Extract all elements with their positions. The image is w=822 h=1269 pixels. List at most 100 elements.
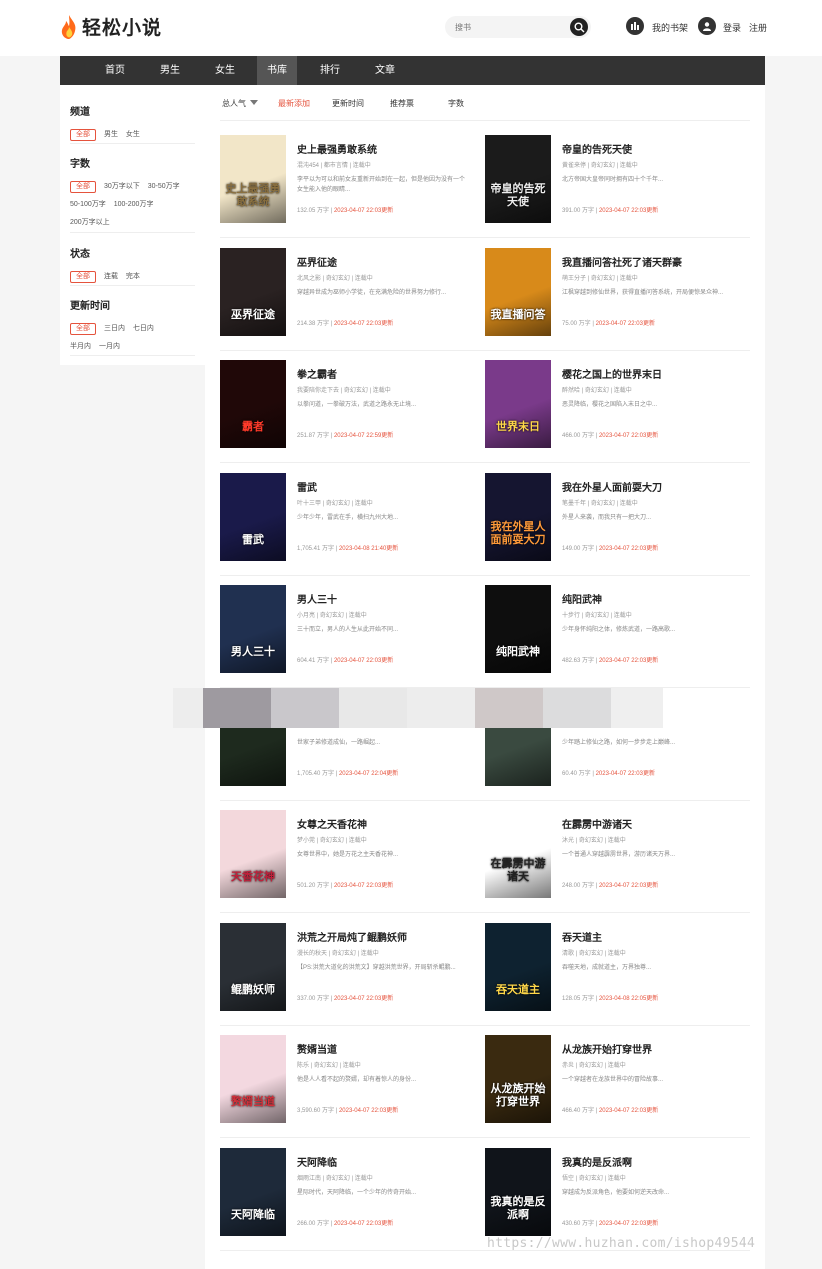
bookshelf-link[interactable]: 我的书架	[652, 21, 688, 34]
book-title[interactable]: 赘婿当道	[297, 1041, 337, 1056]
book-cover[interactable]: 鲲鹏妖师	[220, 922, 286, 1011]
sort-popularity[interactable]: 总人气	[222, 98, 259, 109]
filter-option[interactable]: 全部	[70, 323, 96, 335]
book-title[interactable]: 从龙族开始打穿世界	[562, 1041, 652, 1056]
filter-option[interactable]: 100-200万字	[114, 196, 154, 214]
book-title[interactable]: 洪荒之开局炖了鲲鹏妖师	[297, 929, 407, 944]
book-footer: 1,705.40 万字 | 2023-04-07 22:04更新	[297, 768, 398, 777]
book-title[interactable]: 樱花之国上的世界末日	[562, 366, 662, 381]
book-cover[interactable]: 赘婿当道	[220, 1035, 286, 1123]
book-footer: 337.00 万字 | 2023-04-07 22:03更新	[297, 993, 393, 1002]
book-update-date: 2023-04-07 22:03更新	[333, 320, 394, 327]
filter-option[interactable]: 全部	[70, 271, 96, 283]
book-card[interactable]: 天阿降临 天阿降临 烟雨江南 | 奇幻玄幻 | 连载中 星际时代，天阿降临，一个少年的…	[220, 1147, 485, 1248]
sort-bar: 总人气 最新添加 更新时间 推荐票 字数	[205, 85, 765, 121]
book-cover[interactable]: 从龙族开始打穿世界	[485, 1035, 551, 1123]
book-card[interactable]: 在霹雳中游诸天 在霹雳中游诸天 沐光 | 奇幻玄幻 | 连载中 一个普通人穿越霹雳世界…	[485, 810, 750, 910]
book-card[interactable]: 雷武 雷武 叶十三甲 | 奇幻玄幻 | 连载中 少年少年，雷武在手，横扫九州大地...…	[220, 472, 485, 573]
nav-item-ranking[interactable]: 排行	[310, 56, 350, 85]
book-meta: 混沌454 | 都市言情 | 连载中	[297, 163, 371, 169]
book-card[interactable]: 史上最强勇敢系统 史上最强勇敢系统 混沌454 | 都市言情 | 连载中 李平以为可以…	[220, 135, 485, 235]
book-wordcount: 132.05 万字	[297, 208, 330, 214]
book-title[interactable]: 我在外星人面前耍大刀	[562, 479, 662, 494]
book-title[interactable]: 天阿降临	[297, 1154, 337, 1169]
book-cover[interactable]: 我直播问答	[485, 247, 551, 336]
logo[interactable]: 轻松小说	[60, 13, 162, 40]
filter-option[interactable]: 连载	[104, 268, 118, 286]
book-card[interactable]: 吞天道主 吞天道主 清歌 | 奇幻玄幻 | 连载中 吞噬天地，成就道主，万界独尊...…	[485, 922, 750, 1023]
book-title[interactable]: 女尊之天香花神	[297, 816, 367, 831]
book-card[interactable]: 从龙族开始打穿世界 从龙族开始打穿世界 赤炎 | 奇幻玄幻 | 连载中 一个穿越者在龙…	[485, 1035, 750, 1135]
divider	[220, 1024, 750, 1026]
book-title[interactable]: 巫界征途	[297, 254, 337, 269]
nav-item-female[interactable]: 女生	[205, 56, 245, 85]
filter-option[interactable]: 三日内	[104, 320, 125, 338]
book-card[interactable]: 纯阳武神 纯阳武神 十步行 | 奇幻玄幻 | 连载中 少年身怀纯阳之体，修炼武道，一路…	[485, 585, 750, 685]
search-input[interactable]	[455, 19, 565, 35]
filter-option[interactable]: 七日内	[133, 320, 154, 338]
book-cover[interactable]: 我在外星人面前耍大刀	[485, 472, 551, 561]
book-cover[interactable]: 在霹雳中游诸天	[485, 810, 551, 898]
register-link[interactable]: 注册	[749, 21, 767, 34]
book-card[interactable]: 鲲鹏妖师 洪荒之开局炖了鲲鹏妖师 漫长的秋天 | 奇幻玄幻 | 连载中 【PS:洪荒大…	[220, 922, 485, 1023]
book-cover[interactable]: 天香花神	[220, 810, 286, 898]
book-cover[interactable]: 帝皇的告死天使	[485, 135, 551, 223]
book-cover[interactable]: 史上最强勇敢系统	[220, 135, 286, 223]
filter-option[interactable]: 一月内	[99, 338, 120, 356]
book-card[interactable]: 巫界征途 巫界征途 北风之影 | 奇幻玄幻 | 连载中 穿越异世成为巫师小学徒，在充满…	[220, 247, 485, 348]
book-title[interactable]: 史上最强勇敢系统	[297, 141, 377, 156]
book-card[interactable]: 天香花神 女尊之天香花神 梦小莞 | 奇幻玄幻 | 连载中 女尊世界中，她是万花之主天…	[220, 810, 485, 910]
book-cover[interactable]: 雷武	[220, 472, 286, 561]
book-card[interactable]: 男人三十 男人三十 小月亮 | 奇幻玄幻 | 连载中 三十而立，男人的人生从此开始不同…	[220, 585, 485, 685]
book-card[interactable]: 我直播问答 我直播问答社死了诸天群豪 萌王分子 | 奇幻玄幻 | 连载中 江枫穿越到修…	[485, 247, 750, 348]
sort-newest[interactable]: 最新添加	[278, 98, 310, 109]
nav-item-home[interactable]: 首页	[95, 56, 135, 85]
nav-item-articles[interactable]: 文章	[365, 56, 405, 85]
filter-option[interactable]: 200万字以上	[70, 214, 110, 232]
book-card[interactable]: 霸者 拳之霸者 我要陪你走下去 | 奇幻玄幻 | 连载中 以拳问道，一拳破万法，武道之…	[220, 360, 485, 460]
sort-updated[interactable]: 更新时间	[332, 98, 364, 109]
login-link[interactable]: 登录	[723, 21, 741, 34]
filter-option[interactable]: 半月内	[70, 338, 91, 356]
book-card[interactable]: 我真的是反派啊 我真的是反派啊 悟空 | 奇幻玄幻 | 连载中 穿越成为反派角色，他要…	[485, 1147, 750, 1248]
book-card[interactable]: 帝皇的告死天使 帝皇的告死天使 黄雀来停 | 奇幻玄幻 | 连载中 北方帝国大皇帝同时…	[485, 135, 750, 235]
book-title[interactable]: 我真的是反派啊	[562, 1154, 632, 1169]
book-card[interactable]: 我在外星人面前耍大刀 我在外星人面前耍大刀 笔墨千年 | 奇幻玄幻 | 连载中 外星人…	[485, 472, 750, 573]
book-title[interactable]: 纯阳武神	[562, 591, 602, 606]
bookshelf-icon[interactable]	[626, 17, 644, 35]
book-card[interactable]: 世界末日 樱花之国上的世界末日 醉然哈 | 奇幻玄幻 | 连载中 恶灵降临，樱花之国陷…	[485, 360, 750, 460]
filter-option[interactable]: 男生	[104, 126, 118, 144]
nav-item-male[interactable]: 男生	[150, 56, 190, 85]
book-title[interactable]: 我直播问答社死了诸天群豪	[562, 254, 682, 269]
book-cover[interactable]: 天阿降临	[220, 1147, 286, 1236]
book-card[interactable]: 赘婿当道 赘婿当道 陈乐 | 奇幻玄幻 | 连载中 他是人人看不起的赘婿，却有着惊人的…	[220, 1035, 485, 1135]
book-cover[interactable]: 霸者	[220, 360, 286, 448]
filter-option[interactable]: 50-100万字	[70, 196, 106, 214]
filter-option[interactable]: 全部	[70, 129, 96, 141]
nav-item-library[interactable]: 书库	[257, 56, 297, 85]
book-cover[interactable]: 吞天道主	[485, 922, 551, 1011]
cover-title-art: 在霹雳中游诸天	[490, 858, 546, 883]
book-cover[interactable]: 我真的是反派啊	[485, 1147, 551, 1236]
book-cover[interactable]: 纯阳武神	[485, 585, 551, 673]
book-update-date: 2023-04-07 22:03更新	[333, 1220, 394, 1227]
book-title[interactable]: 男人三十	[297, 591, 337, 606]
book-cover[interactable]: 巫界征途	[220, 247, 286, 336]
book-description: 少年少年，雷武在手，横扫九州大地...	[297, 514, 399, 521]
filter-option[interactable]: 30万字以下	[104, 178, 140, 196]
book-title[interactable]: 在霹雳中游诸天	[562, 816, 632, 831]
book-title[interactable]: 帝皇的告死天使	[562, 141, 632, 156]
book-title[interactable]: 雷武	[297, 479, 317, 494]
filter-option[interactable]: 30-50万字	[148, 178, 180, 196]
search-button[interactable]	[570, 18, 588, 36]
book-cover[interactable]: 男人三十	[220, 585, 286, 673]
user-icon[interactable]	[698, 17, 716, 35]
sort-wordcount[interactable]: 字数	[448, 98, 464, 109]
book-title[interactable]: 吞天道主	[562, 929, 602, 944]
book-title[interactable]: 拳之霸者	[297, 366, 337, 381]
book-cover[interactable]: 世界末日	[485, 360, 551, 448]
filter-option[interactable]: 全部	[70, 181, 96, 193]
sort-recommend[interactable]: 推荐票	[390, 98, 414, 109]
filter-option[interactable]: 女生	[126, 126, 140, 144]
filter-option[interactable]: 完本	[126, 268, 140, 286]
